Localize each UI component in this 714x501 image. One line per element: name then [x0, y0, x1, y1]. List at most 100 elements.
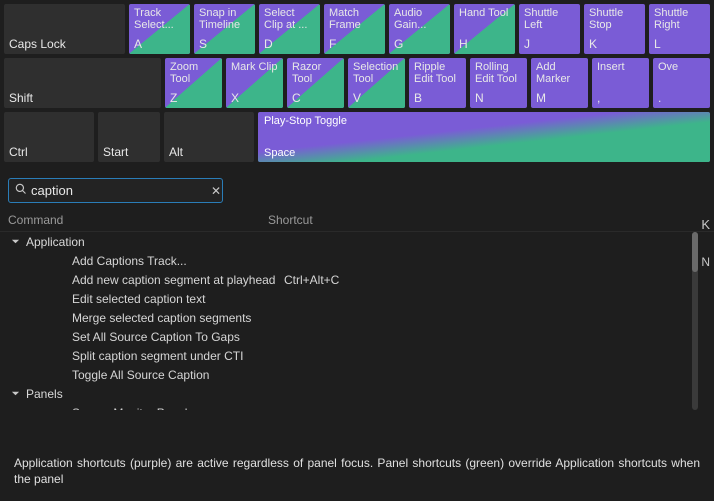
key-c[interactable]: Razor ToolC — [287, 58, 344, 108]
key-v[interactable]: Selection Tool V — [348, 58, 405, 108]
key-start-label: Start — [103, 145, 155, 159]
table-header: Command Shortcut — [0, 209, 714, 232]
key-letter-label: C — [292, 91, 339, 105]
key-command-label: Zoom Tool — [170, 61, 217, 85]
key-x[interactable]: Mark ClipX — [226, 58, 283, 108]
key-letter-label: D — [264, 37, 315, 51]
key-[interactable]: Ove. — [653, 58, 710, 108]
header-command[interactable]: Command — [8, 213, 268, 227]
key-command-label: Insert — [597, 61, 644, 73]
key-command-label: Ripple Edit Tool — [414, 61, 461, 85]
key-n[interactable]: Rolling Edit Tool N — [470, 58, 527, 108]
key-command-label: Snap in Timeline — [199, 7, 250, 31]
command-row[interactable]: Toggle All Source Caption — [0, 365, 714, 384]
command-cell: Merge selected caption segments — [8, 311, 284, 325]
command-row[interactable]: Split caption segment under CTI — [0, 346, 714, 365]
command-cell: Add Captions Track... — [8, 254, 284, 268]
command-cell: Set All Source Caption To Gaps — [8, 330, 284, 344]
keyboard-row-3: Ctrl Start Alt Play-Stop Toggle Space — [0, 112, 714, 162]
key-letter-label: A — [134, 37, 185, 51]
key-command-label: Hand Tool — [459, 7, 510, 19]
shortcut-table: Command Shortcut Application Add Captions… — [0, 209, 714, 410]
key-command-label: Match Frame — [329, 7, 380, 31]
key-command-label: Ove — [658, 61, 705, 73]
key-f[interactable]: Match Frame F — [324, 4, 385, 54]
key-l[interactable]: Shuttle RightL — [649, 4, 710, 54]
key-caps-lock[interactable]: Caps Lock — [4, 4, 125, 54]
command-cell: Edit selected caption text — [8, 292, 284, 306]
key-command-label: Shuttle Right — [654, 7, 705, 31]
group-row[interactable]: Panels — [0, 384, 714, 403]
key-letter-label: X — [231, 91, 278, 105]
key-b[interactable]: Ripple Edit Tool B — [409, 58, 466, 108]
key-command-label: Shuttle Left — [524, 7, 575, 31]
key-letter-label: K — [589, 37, 640, 51]
key-space-command: Play-Stop Toggle — [264, 115, 704, 127]
key-letter-label: J — [524, 37, 575, 51]
key-shift-label: Shift — [9, 91, 156, 105]
search-input[interactable] — [27, 181, 211, 200]
key-shift[interactable]: Shift — [4, 58, 161, 108]
group-label: Panels — [26, 387, 63, 401]
key-start[interactable]: Start — [98, 112, 160, 162]
key-m[interactable]: Add Marker M — [531, 58, 588, 108]
key-s[interactable]: Snap in Timeline S — [194, 4, 255, 54]
table-body[interactable]: Application Add Captions Track... Add new … — [0, 232, 714, 410]
command-row[interactable]: Merge selected caption segments — [0, 308, 714, 327]
key-alt-label: Alt — [169, 145, 249, 159]
key-caps-lock-label: Caps Lock — [9, 37, 120, 51]
group-row[interactable]: Application — [0, 232, 714, 251]
key-letter-label: B — [414, 91, 461, 105]
key-letter-label: N — [475, 91, 522, 105]
key-letter-label: , — [597, 91, 644, 105]
keyboard-map: Caps Lock Track Select... A Snap in Timeli… — [0, 0, 714, 166]
key-letter-label: H — [459, 37, 510, 51]
key-a[interactable]: Track Select... A — [129, 4, 190, 54]
key-z[interactable]: Zoom Tool Z — [165, 58, 222, 108]
key-command-label: Shuttle Stop — [589, 7, 640, 31]
key-d[interactable]: Select Clip at ... D — [259, 4, 320, 54]
command-row[interactable]: Source Monitor Panel — [0, 403, 714, 410]
search-icon — [15, 183, 27, 198]
header-shortcut[interactable]: Shortcut — [268, 213, 706, 227]
key-h[interactable]: Hand Tool H — [454, 4, 515, 54]
key-letter-label: M — [536, 91, 583, 105]
key-command-label: Selection Tool — [353, 61, 400, 85]
key-letter-label: Z — [170, 91, 217, 105]
key-letter-label: F — [329, 37, 380, 51]
keyboard-row-2: Shift Zoom ToolZMark ClipXRazor ToolCSel… — [0, 58, 714, 108]
search-box[interactable]: ✕ — [8, 178, 223, 203]
group-label: Application — [26, 235, 85, 249]
chevron-down-icon — [8, 389, 22, 398]
key-ctrl-label: Ctrl — [9, 145, 89, 159]
search-row: ✕ — [8, 178, 706, 203]
right-column-header-cut: K — [701, 217, 710, 232]
key-space[interactable]: Play-Stop Toggle Space — [258, 112, 710, 162]
key-g[interactable]: Audio Gain... G — [389, 4, 450, 54]
key-command-label: Select Clip at ... — [264, 7, 315, 31]
command-cell: Toggle All Source Caption — [8, 368, 284, 382]
key-letter-label: G — [394, 37, 445, 51]
command-row[interactable]: Set All Source Caption To Gaps — [0, 327, 714, 346]
key-alt[interactable]: Alt — [164, 112, 254, 162]
command-cell: Source Monitor Panel — [8, 406, 284, 411]
key-letter-label: S — [199, 37, 250, 51]
command-row[interactable]: Add Captions Track... — [0, 251, 714, 270]
command-row[interactable]: Add new caption segment at playheadCtrl+… — [0, 270, 714, 289]
key-letter-label: . — [658, 91, 705, 105]
key-letter-label: V — [353, 91, 400, 105]
command-row[interactable]: Edit selected caption text — [0, 289, 714, 308]
key-j[interactable]: Shuttle Left J — [519, 4, 580, 54]
keyboard-row-1: Caps Lock Track Select... A Snap in Timeli… — [0, 4, 714, 54]
key-command-label: Track Select... — [134, 7, 185, 31]
command-cell: Add new caption segment at playhead — [8, 273, 284, 287]
key-ctrl[interactable]: Ctrl — [4, 112, 94, 162]
key-k[interactable]: Shuttle Stop K — [584, 4, 645, 54]
shortcut-cell[interactable]: Ctrl+Alt+C — [284, 273, 706, 287]
key-command-label: Audio Gain... — [394, 7, 445, 31]
clear-search-icon[interactable]: ✕ — [211, 184, 221, 198]
chevron-down-icon — [8, 237, 22, 246]
key-command-label: Add Marker — [536, 61, 583, 85]
key-[interactable]: Insert, — [592, 58, 649, 108]
key-command-label: Rolling Edit Tool — [475, 61, 522, 85]
